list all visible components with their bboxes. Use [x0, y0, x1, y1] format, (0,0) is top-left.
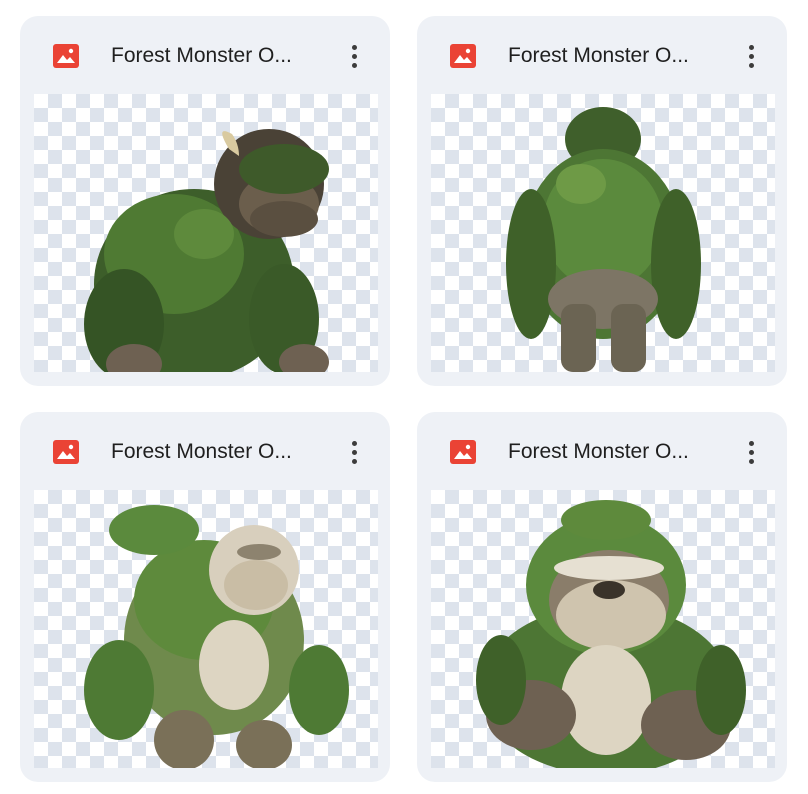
- file-card[interactable]: Forest Monster O...: [20, 16, 390, 386]
- file-thumbnail[interactable]: [34, 94, 378, 372]
- file-thumbnail[interactable]: [34, 490, 378, 768]
- more-options-icon[interactable]: [340, 435, 368, 469]
- file-card[interactable]: Forest Monster O...: [417, 412, 787, 782]
- file-card-header: Forest Monster O...: [417, 16, 787, 94]
- file-name: Forest Monster O...: [508, 44, 689, 67]
- forest-monster-image: [476, 500, 746, 768]
- forest-monster-image: [84, 505, 349, 768]
- file-card-header: Forest Monster O...: [20, 16, 390, 94]
- image-file-icon: [450, 440, 476, 464]
- file-card[interactable]: Forest Monster O...: [417, 16, 787, 386]
- file-grid: Forest Monster O... Forest Monster O... …: [0, 0, 808, 794]
- image-file-icon: [450, 44, 476, 68]
- more-options-icon[interactable]: [340, 39, 368, 73]
- file-name: Forest Monster O...: [111, 44, 292, 67]
- more-options-icon[interactable]: [737, 39, 765, 73]
- image-file-icon: [53, 440, 79, 464]
- file-card-header: Forest Monster O...: [417, 412, 787, 490]
- file-thumbnail[interactable]: [431, 94, 775, 372]
- more-options-icon[interactable]: [737, 435, 765, 469]
- forest-monster-image: [84, 129, 329, 372]
- file-card[interactable]: Forest Monster O...: [20, 412, 390, 782]
- forest-monster-image: [506, 107, 701, 372]
- file-card-header: Forest Monster O...: [20, 412, 390, 490]
- file-name: Forest Monster O...: [111, 440, 292, 463]
- file-thumbnail[interactable]: [431, 490, 775, 768]
- image-file-icon: [53, 44, 79, 68]
- file-name: Forest Monster O...: [508, 440, 689, 463]
